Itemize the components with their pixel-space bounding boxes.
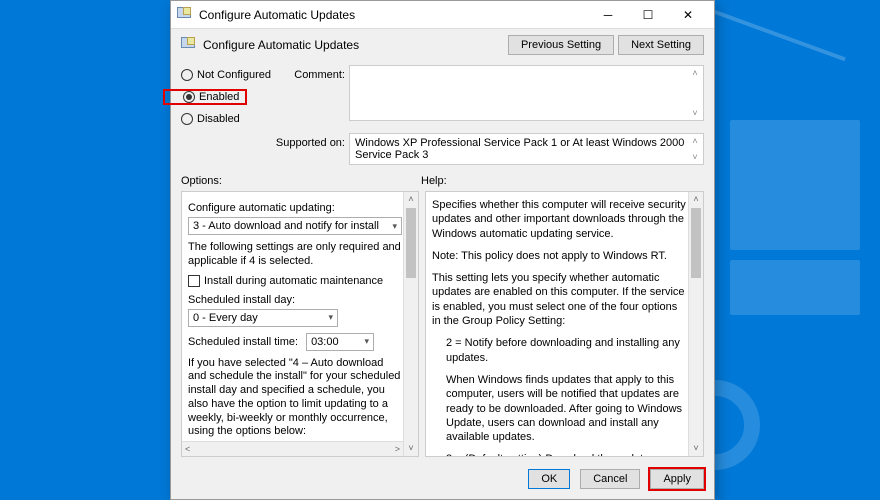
maximize-button[interactable]: ☐ [628, 1, 668, 29]
options-tail-note: If you have selected "4 – Auto download … [188, 357, 402, 440]
minimize-button[interactable]: ─ [588, 1, 628, 29]
close-button[interactable]: ✕ [668, 1, 708, 29]
select-value: 0 - Every day [193, 312, 258, 324]
scroll-down-icon[interactable]: ˅ [689, 152, 701, 162]
install-during-maintenance-checkbox[interactable]: Install during automatic maintenance [188, 275, 383, 287]
window-title: Configure Automatic Updates [199, 8, 588, 22]
radio-enabled[interactable]: Enabled [183, 91, 239, 103]
policy-icon [181, 37, 197, 53]
select-value: 03:00 [311, 336, 339, 348]
scheduled-time-select[interactable]: 03:00 ▾ [306, 333, 374, 351]
previous-setting-button[interactable]: Previous Setting [508, 35, 614, 55]
scroll-right-icon[interactable]: ˃ [395, 442, 400, 456]
options-panel: Configure automatic updating: 3 - Auto d… [181, 191, 419, 457]
help-paragraph: Note: This policy does not apply to Wind… [432, 249, 687, 263]
chevron-down-icon: ▾ [365, 336, 370, 347]
checkbox-icon [188, 275, 200, 287]
scrollbar-thumb[interactable] [691, 208, 701, 278]
help-paragraph: This setting lets you specify whether au… [432, 271, 687, 328]
radio-label: Not Configured [197, 69, 271, 81]
scrollbar-thumb[interactable] [406, 208, 416, 278]
radio-disabled[interactable]: Disabled [181, 113, 271, 125]
scroll-left-icon[interactable]: ˂ [185, 442, 190, 456]
checkbox-label: Install during automatic maintenance [204, 275, 383, 287]
dialog-window: Configure Automatic Updates ─ ☐ ✕ Config… [170, 0, 715, 500]
scheduled-day-label: Scheduled install day: [188, 294, 402, 306]
configure-update-label: Configure automatic updating: [188, 202, 402, 214]
policy-icon [177, 7, 193, 23]
supported-on-label: Supported on: [275, 133, 345, 165]
help-paragraph: Specifies whether this computer will rec… [432, 198, 687, 241]
radio-icon [181, 69, 193, 81]
select-value: 3 - Auto download and notify for install [193, 220, 379, 232]
supported-on-value: Windows XP Professional Service Pack 1 o… [355, 137, 684, 161]
radio-icon [183, 91, 195, 103]
help-heading: Help: [421, 175, 447, 187]
scroll-up-icon[interactable]: ˄ [404, 192, 418, 207]
vertical-scrollbar[interactable]: ˄ ˅ [688, 192, 703, 456]
scheduled-time-label: Scheduled install time: [188, 336, 298, 348]
vertical-scrollbar[interactable]: ˄ ˅ [403, 192, 418, 456]
radio-icon [181, 113, 193, 125]
help-paragraph: When Windows finds updates that apply to… [432, 373, 687, 444]
radio-not-configured[interactable]: Not Configured [181, 69, 271, 81]
titlebar[interactable]: Configure Automatic Updates ─ ☐ ✕ [171, 1, 714, 29]
scroll-up-icon[interactable]: ˄ [689, 192, 703, 207]
dialog-subtitle: Configure Automatic Updates [203, 38, 504, 52]
help-paragraph: 3 = (Default setting) Download the updat… [432, 452, 687, 456]
scroll-up-icon[interactable]: ˄ [689, 68, 701, 78]
help-panel: Specifies whether this computer will rec… [425, 191, 704, 457]
next-setting-button[interactable]: Next Setting [618, 35, 704, 55]
options-required-note: The following settings are only required… [188, 241, 402, 269]
scroll-down-icon[interactable]: ˅ [404, 441, 418, 456]
comment-label: Comment: [275, 65, 345, 125]
apply-button[interactable]: Apply [650, 469, 704, 489]
comment-textarea[interactable]: ˄ ˅ [349, 65, 704, 121]
help-paragraph: 2 = Notify before downloading and instal… [432, 336, 687, 365]
radio-label: Enabled [199, 91, 239, 103]
options-heading: Options: [181, 175, 421, 187]
scheduled-day-select[interactable]: 0 - Every day ▾ [188, 309, 338, 327]
chevron-down-icon: ▾ [328, 312, 333, 323]
chevron-down-icon: ▾ [392, 221, 397, 232]
supported-on-text: Windows XP Professional Service Pack 1 o… [349, 133, 704, 165]
cancel-button[interactable]: Cancel [580, 469, 640, 489]
scroll-down-icon[interactable]: ˅ [689, 441, 703, 456]
ok-button[interactable]: OK [528, 469, 570, 489]
radio-label: Disabled [197, 113, 240, 125]
horizontal-scrollbar[interactable]: ˂ ˃ [182, 441, 403, 456]
scroll-down-icon[interactable]: ˅ [689, 108, 701, 118]
configure-update-select[interactable]: 3 - Auto download and notify for install… [188, 217, 402, 235]
scroll-up-icon[interactable]: ˄ [689, 136, 701, 146]
